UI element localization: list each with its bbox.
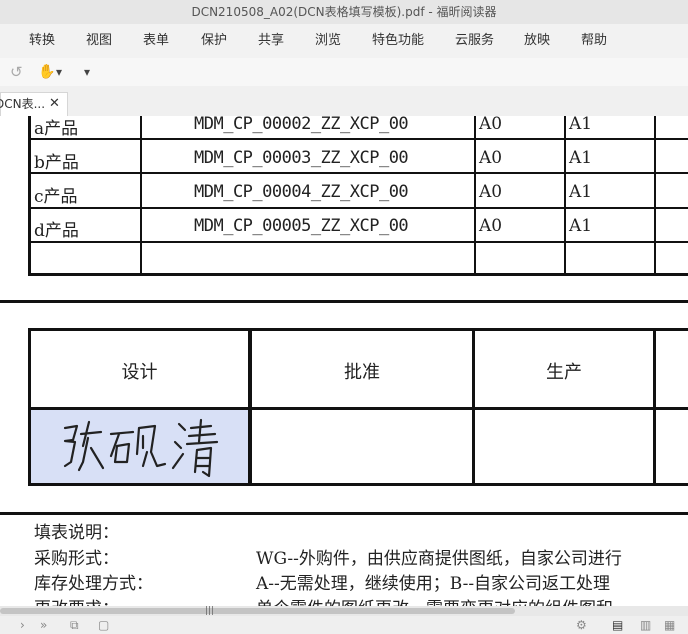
note-label: 更改要求：	[34, 594, 119, 606]
menu-slideshow[interactable]: 放映	[524, 24, 550, 58]
menu-cloud[interactable]: 云服务	[455, 24, 494, 58]
product-version-new: A1	[569, 182, 593, 202]
next-page-icon[interactable]: ›	[20, 616, 25, 634]
toolbar-more-icon[interactable]: ▾	[84, 58, 90, 86]
settings-icon[interactable]: ⚙	[576, 616, 587, 634]
menu-convert[interactable]: 转换	[29, 24, 55, 58]
document-tab-bar: DCN表... ✕	[0, 86, 688, 117]
document-tab-label: DCN表...	[0, 97, 46, 111]
page-copy-icon[interactable]: ⧉	[70, 616, 79, 634]
continuous-view-icon[interactable]: ▥	[640, 616, 651, 634]
production-header: 生产	[546, 362, 582, 383]
product-name: d产品	[34, 221, 79, 241]
note-label: 采购形式：	[34, 549, 119, 569]
hand-tool-icon[interactable]: ✋	[38, 58, 55, 86]
menu-view[interactable]: 视图	[86, 24, 112, 58]
product-name: b产品	[34, 153, 79, 173]
product-version-new: A1	[569, 148, 593, 168]
note-text: A--无需处理，继续使用；B--自家公司返工处理	[256, 574, 611, 594]
product-name: a产品	[34, 119, 79, 139]
design-header: 设计	[121, 362, 158, 383]
last-page-icon[interactable]: »	[40, 616, 47, 634]
undo-icon[interactable]: ↺	[10, 58, 23, 86]
note-label: 库存处理方式：	[34, 574, 153, 594]
product-code: MDM_CP_00004_ZZ_XCP_00	[194, 182, 409, 202]
facing-view-icon[interactable]: ▦	[664, 616, 675, 634]
quick-toolbar: ↺ ✋ ▾ ▾	[0, 58, 688, 87]
single-page-view-icon[interactable]: ▤	[612, 616, 623, 634]
notes-heading: 填表说明：	[34, 523, 119, 543]
document-page: a产品 MDM_CP_00002_ZZ_XCP_00 A0 A1 b产品 MDM…	[0, 116, 688, 606]
menu-share[interactable]: 共享	[258, 24, 284, 58]
product-version-old: A0	[479, 148, 503, 168]
window-title: DCN210508_A02(DCN表格填写模板).pdf - 福昕阅读器	[0, 0, 688, 24]
product-version-old: A0	[479, 216, 503, 236]
product-name: c产品	[34, 187, 78, 207]
product-code: MDM_CP_00005_ZZ_XCP_00	[194, 216, 409, 236]
hand-tool-dropdown-icon[interactable]: ▾	[56, 58, 62, 86]
product-code: MDM_CP_00002_ZZ_XCP_00	[194, 116, 409, 134]
note-text: 单个零件的图纸更改，需要变更对应的组件图和	[256, 594, 613, 606]
close-icon[interactable]: ✕	[49, 93, 60, 115]
product-code: MDM_CP_00003_ZZ_XCP_00	[194, 148, 409, 168]
scrollbar-grip-icon: |||	[205, 606, 215, 616]
approve-header: 批准	[344, 362, 380, 383]
menu-features[interactable]: 特色功能	[372, 24, 424, 58]
document-tab[interactable]: DCN表... ✕	[0, 92, 68, 117]
horizontal-scrollbar[interactable]: |||	[0, 606, 688, 616]
menu-protect[interactable]: 保护	[201, 24, 227, 58]
handwritten-signature	[63, 418, 219, 478]
page-view-icon[interactable]: ▢	[98, 616, 109, 634]
menu-form[interactable]: 表单	[143, 24, 169, 58]
menu-help[interactable]: 帮助	[581, 24, 607, 58]
note-text: WG--外购件，由供应商提供图纸，自家公司进行	[256, 549, 622, 569]
product-version-new: A1	[569, 116, 593, 134]
product-version-old: A0	[479, 116, 503, 134]
menu-browse[interactable]: 浏览	[315, 24, 341, 58]
status-bar: › » ⧉ ▢ ⚙ ▤ ▥ ▦	[0, 616, 688, 634]
scrollbar-thumb[interactable]	[0, 608, 515, 614]
product-version-old: A0	[479, 182, 503, 202]
menu-bar: 转换 视图 表单 保护 共享 浏览 特色功能 云服务 放映 帮助	[0, 24, 688, 58]
product-version-new: A1	[569, 216, 593, 236]
